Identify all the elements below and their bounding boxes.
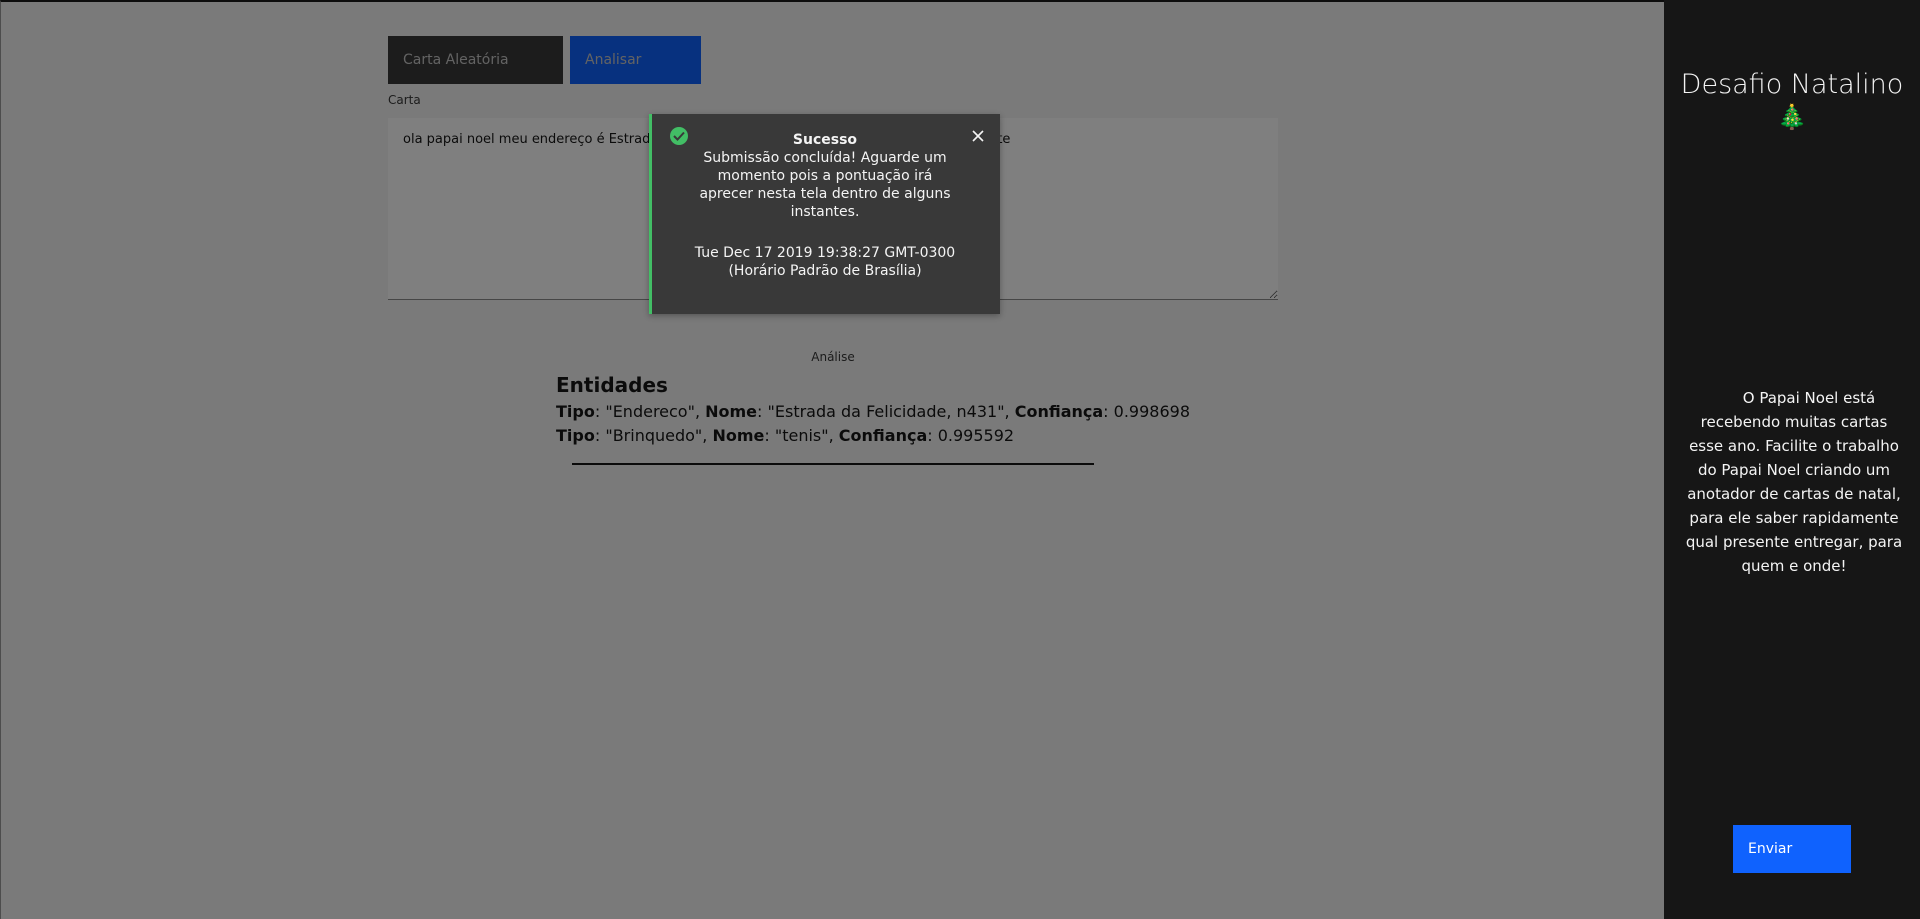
checkmark-filled-icon	[670, 127, 688, 145]
sidebar-description: O Papai Noel está recebendo muitas carta…	[1685, 389, 1903, 575]
send-button[interactable]: Enviar	[1733, 825, 1851, 873]
toast-title: Sucesso	[792, 132, 858, 148]
toast-caption: Tue Dec 17 2019 19:38:27 GMT-0300 (Horár…	[694, 245, 956, 279]
sidebar: Desafio Natalino 🎄 O Papai Noel está rec…	[1664, 0, 1920, 919]
toast-body: Sucesso Submissão concluída! Aguarde um …	[690, 131, 960, 280]
close-icon[interactable]	[970, 128, 986, 144]
success-toast: Sucesso Submissão concluída! Aguarde um …	[649, 114, 1000, 314]
sidebar-title: Desafio Natalino	[1680, 69, 1904, 100]
christmas-tree-icon: 🎄	[1777, 103, 1807, 131]
toast-subtitle: Submissão concluída! Aguarde um momento …	[699, 150, 951, 220]
